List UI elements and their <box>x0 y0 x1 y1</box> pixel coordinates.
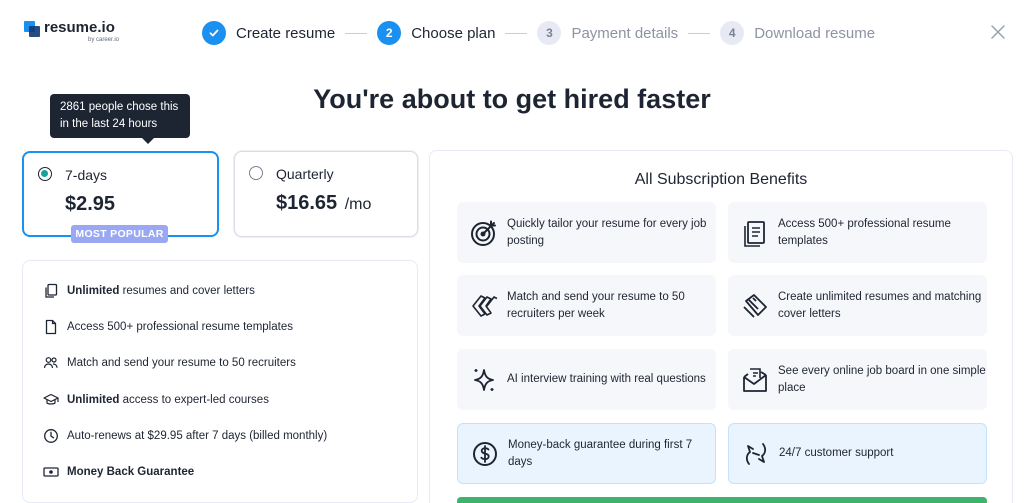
benefit-card: Match and send your resume to 50 recruit… <box>457 275 716 336</box>
step-number: 3 <box>537 21 562 45</box>
step-label: Choose plan <box>411 24 496 42</box>
popularity-tooltip: 2861 people chose this in the last 24 ho… <box>50 94 190 144</box>
feature-item: Money Back Guarantee <box>43 464 194 480</box>
support-icon <box>745 442 767 465</box>
dollar-icon <box>473 441 497 466</box>
continue-button[interactable] <box>457 497 987 503</box>
graduation-cap-icon <box>43 393 59 405</box>
step-payment-details[interactable]: 3 Payment details <box>537 21 678 45</box>
step-divider <box>345 32 368 34</box>
benefit-card: See every online job board in one simple… <box>728 349 987 410</box>
copy-icon <box>45 283 58 298</box>
step-divider <box>505 32 528 34</box>
plan-features: Unlimited resumes and cover letters Acce… <box>22 260 418 503</box>
close-button[interactable] <box>990 24 1006 40</box>
benefit-card: 24/7 customer support <box>728 423 987 484</box>
benefit-card: AI interview training with real question… <box>457 349 716 410</box>
step-label: Download resume <box>754 24 876 42</box>
plan-radio[interactable] <box>249 166 263 180</box>
plan-price: $2.95 <box>65 193 116 215</box>
benefit-card: Access 500+ professional resume template… <box>728 202 987 263</box>
cover-letter-icon <box>743 293 767 318</box>
feature-item: Match and send your resume to 50 recruit… <box>43 355 296 371</box>
benefit-card: Money-back guarantee during first 7 days <box>457 423 716 484</box>
feature-item: Access 500+ professional resume template… <box>43 319 293 335</box>
brand-logo[interactable]: resume.io by career.io <box>24 20 119 44</box>
step-choose-plan[interactable]: 2 Choose plan <box>377 21 495 45</box>
clock-icon <box>44 429 58 443</box>
close-icon <box>991 25 1005 39</box>
templates-icon <box>744 220 765 247</box>
benefits-panel: All Subscription Benefits Quickly tailor… <box>429 150 1013 503</box>
feature-item: Unlimited access to expert-led courses <box>43 392 269 408</box>
logo-icon <box>24 21 40 37</box>
step-divider <box>688 32 711 34</box>
check-icon <box>202 21 226 45</box>
money-icon <box>43 467 59 477</box>
benefit-card: Quickly tailor your resume for every job… <box>457 202 716 263</box>
target-icon <box>471 220 496 246</box>
plan-price: $16.65 /mo <box>276 192 372 214</box>
sparkle-icon <box>474 368 494 391</box>
feature-item: Auto-renews at $29.95 after 7 days (bill… <box>43 428 327 444</box>
plan-quarterly[interactable]: Quarterly $16.65 /mo <box>234 151 418 237</box>
plan-radio[interactable] <box>38 167 52 181</box>
step-number: 2 <box>377 21 402 45</box>
brand-name: resume.io <box>44 19 115 36</box>
checkout-stepper: Create resume 2 Choose plan 3 Payment de… <box>202 20 875 46</box>
plan-name: Quarterly <box>276 166 334 182</box>
plan-name: 7-days <box>65 167 108 183</box>
users-icon <box>43 357 58 369</box>
step-download-resume[interactable]: 4 Download resume <box>720 21 875 45</box>
step-label: Create resume <box>236 24 336 42</box>
send-icon <box>472 294 498 317</box>
step-create-resume[interactable]: Create resume <box>202 21 335 45</box>
benefit-card: Create unlimited resumes and matching co… <box>728 275 987 336</box>
step-label: Payment details <box>571 24 679 42</box>
header: resume.io by career.io Create resume 2 C… <box>0 0 1024 64</box>
benefits-title: All Subscription Benefits <box>634 171 808 188</box>
most-popular-badge: MOST POPULAR <box>71 225 168 243</box>
brand-sub: by career.io <box>88 37 120 43</box>
document-icon <box>45 319 57 335</box>
job-board-icon <box>743 367 767 392</box>
plan-period: /mo <box>344 196 372 213</box>
feature-item: Unlimited resumes and cover letters <box>43 283 255 299</box>
step-number: 4 <box>720 21 745 45</box>
